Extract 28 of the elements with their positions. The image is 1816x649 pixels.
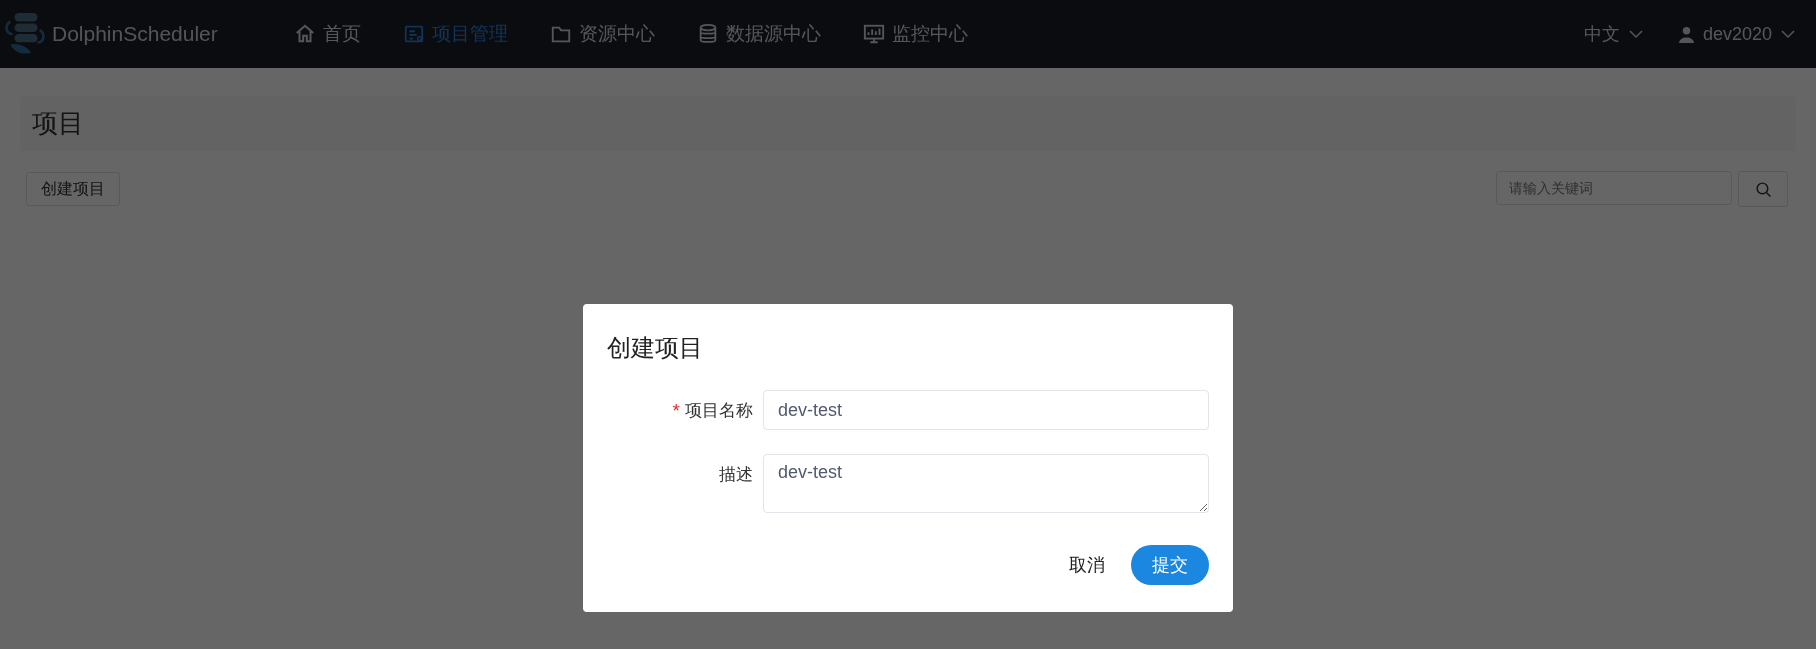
- list-icon: [403, 23, 425, 45]
- nav-item[interactable]: 资源中心: [550, 21, 655, 47]
- required-mark: *: [672, 400, 680, 420]
- user-menu[interactable]: dev2020: [1677, 23, 1796, 45]
- cancel-button[interactable]: 取消: [1065, 549, 1109, 581]
- submit-button[interactable]: 提交: [1131, 545, 1209, 585]
- user-icon: [1677, 25, 1695, 43]
- nav-item[interactable]: 首页: [294, 21, 361, 47]
- nav-item[interactable]: 数据源中心: [697, 21, 821, 47]
- search-icon: [1754, 180, 1772, 198]
- database-icon: [697, 23, 719, 45]
- brand-name: DolphinScheduler: [52, 22, 218, 46]
- field-label: 项目名称: [685, 399, 753, 422]
- text-area[interactable]: dev-test: [763, 454, 1209, 513]
- home-icon: [294, 23, 316, 45]
- monitor-icon: [863, 23, 885, 45]
- field-label: 描述: [719, 463, 753, 486]
- language-menu[interactable]: 中文: [1583, 22, 1644, 46]
- logo-icon: [4, 11, 46, 57]
- dialog-title: 创建项目: [607, 333, 704, 363]
- page-title: 项目: [32, 107, 84, 140]
- input-field[interactable]: dev-test: [763, 390, 1209, 430]
- nav-item[interactable]: 监控中心: [863, 21, 968, 47]
- nav-item[interactable]: 项目管理: [403, 21, 508, 47]
- caret-icon: [1780, 27, 1796, 41]
- create-project-button[interactable]: 创建项目: [26, 172, 120, 206]
- caret-icon: [1627, 27, 1644, 41]
- search-button[interactable]: [1738, 171, 1788, 207]
